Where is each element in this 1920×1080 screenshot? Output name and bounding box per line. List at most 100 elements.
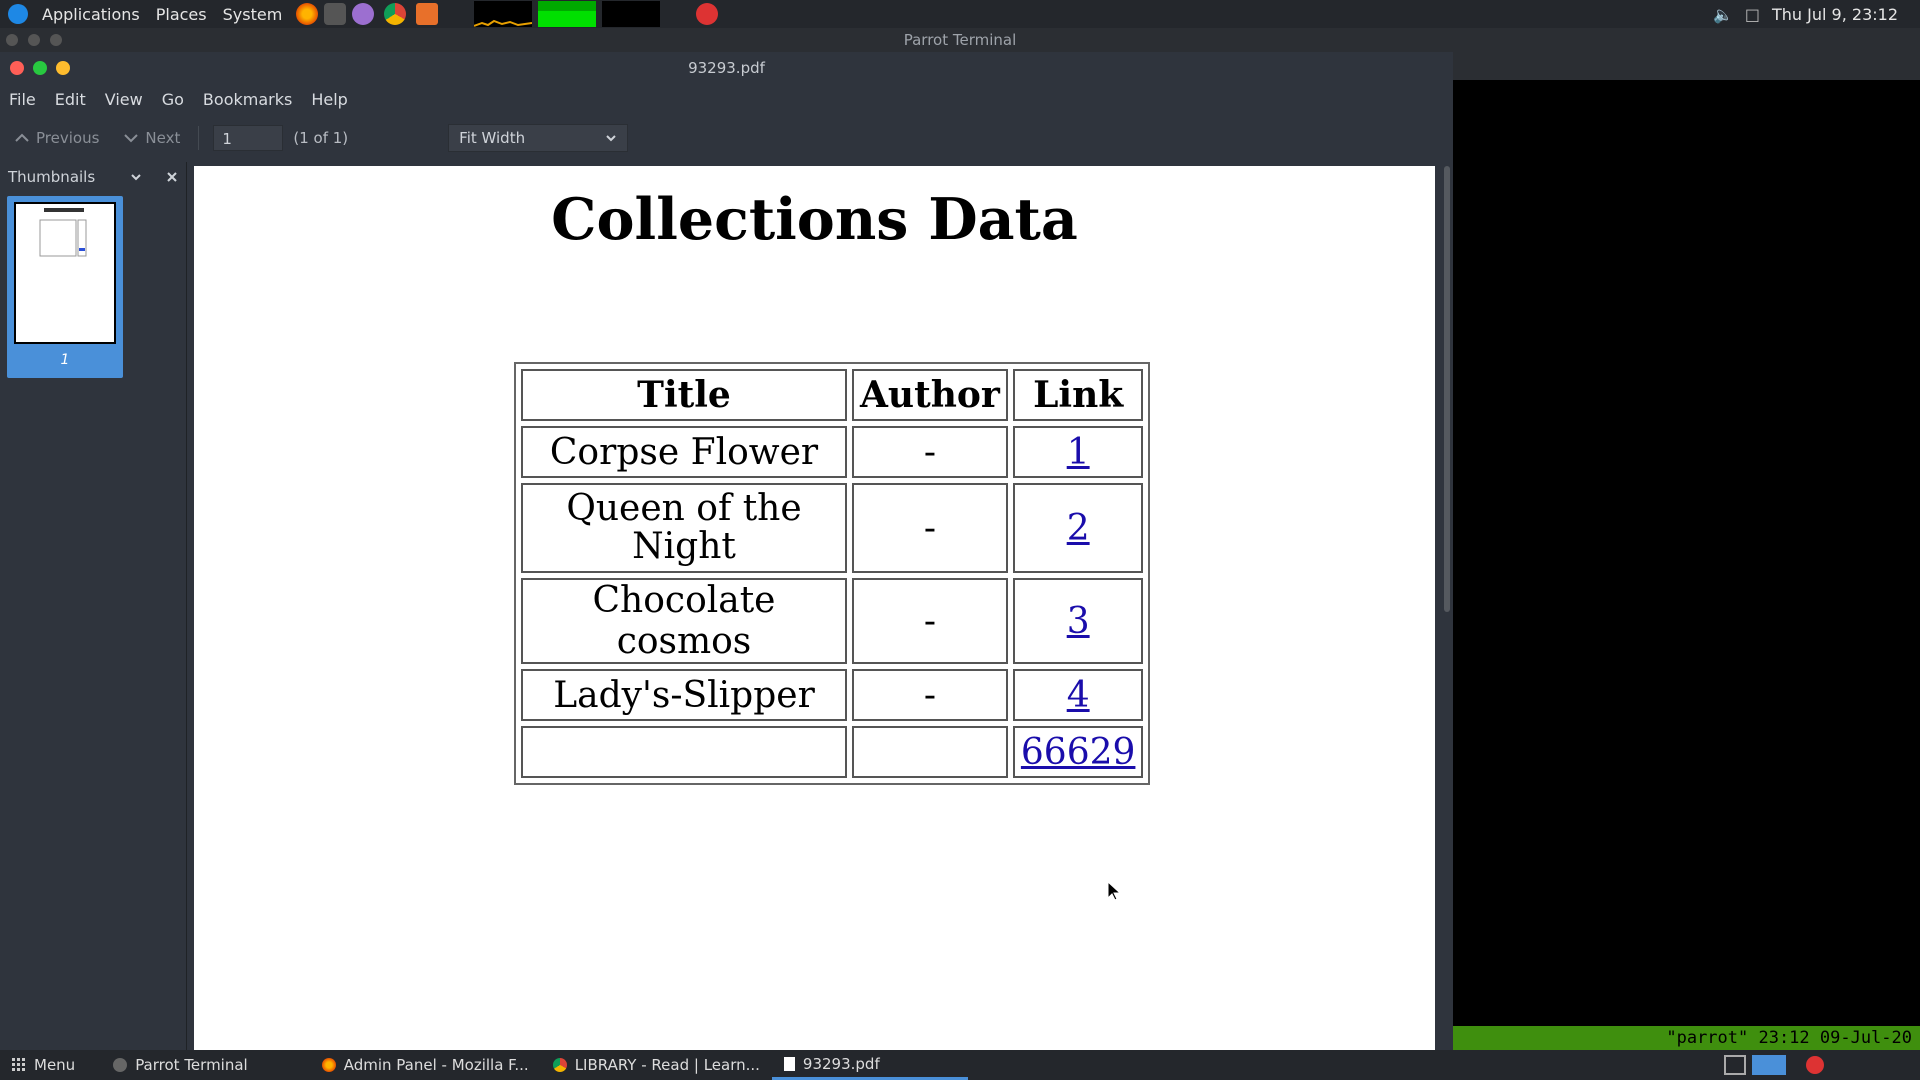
menu-button[interactable]: Menu — [0, 1050, 87, 1080]
page-thumbnail[interactable]: 1 — [7, 196, 123, 378]
terminal-titlebar: Parrot Terminal — [0, 28, 1920, 52]
table-row: Corpse Flower - 1 — [521, 426, 1144, 478]
close-window-icon[interactable] — [10, 61, 24, 75]
window-title: 93293.pdf — [688, 59, 765, 77]
zoom-select[interactable]: Fit Width — [448, 124, 629, 152]
row-link[interactable]: 66629 — [1021, 732, 1136, 773]
sidebar-title[interactable]: Thumbnails — [8, 168, 95, 186]
clock[interactable]: Thu Jul 9, 23:12 — [1772, 5, 1898, 24]
task-label: Admin Panel - Mozilla F... — [343, 1056, 529, 1074]
page-count: (1 of 1) — [293, 129, 349, 147]
cell-link: 66629 — [1012, 726, 1144, 778]
task-label: 93293.pdf — [802, 1054, 880, 1073]
toolbar: Previous Next 1 (1 of 1) Fit Width — [0, 114, 1453, 162]
page-number-input[interactable]: 1 — [213, 125, 284, 151]
workspace-1[interactable] — [1752, 1055, 1786, 1075]
network-graph — [602, 1, 661, 27]
chevron-down-icon — [606, 135, 616, 142]
vertical-scrollbar[interactable] — [1444, 166, 1450, 612]
previous-page-button[interactable]: Previous — [14, 129, 99, 147]
cell-link: 4 — [1012, 669, 1144, 721]
previous-label: Previous — [36, 129, 100, 147]
menu-bar: File Edit View Go Bookmarks Help — [0, 84, 1453, 114]
row-link[interactable]: 1 — [1067, 432, 1090, 473]
table-row: 66629 — [521, 726, 1144, 778]
terminal-launcher-icon[interactable] — [324, 3, 347, 25]
parrot-logo-icon[interactable] — [8, 4, 28, 24]
chevron-up-icon — [15, 133, 29, 142]
applications-menu[interactable]: Applications — [42, 5, 140, 24]
row-link[interactable]: 3 — [1067, 601, 1090, 642]
chrome-icon — [552, 1058, 567, 1072]
grid-menu-icon — [12, 1058, 25, 1071]
taskbar: Menu Parrot Terminal Admin Panel - Mozil… — [0, 1050, 1920, 1080]
tmux-status-bar: "parrot" 23:12 09-Jul-20 — [1453, 1026, 1920, 1050]
table-row: Lady's-Slipper - 4 — [521, 669, 1144, 721]
collections-table: Title Author Link Corpse Flower - 1 Quee… — [514, 362, 1151, 785]
cell-title: Chocolate cosmos — [521, 578, 847, 664]
cell-link: 1 — [1012, 426, 1144, 478]
cell-title: Lady's-Slipper — [521, 669, 847, 721]
cell-author: - — [852, 426, 1008, 478]
terminal-maximize-icon[interactable] — [50, 34, 62, 46]
chevron-down-icon[interactable] — [130, 171, 142, 183]
display-icon[interactable]: □ — [1745, 5, 1760, 24]
minimize-window-icon[interactable] — [56, 61, 70, 75]
menu-help[interactable]: Help — [311, 90, 347, 109]
task-library[interactable]: LIBRARY - Read | Learn... — [541, 1050, 772, 1080]
header-link: Link — [1012, 369, 1144, 421]
task-admin-panel[interactable]: Admin Panel - Mozilla F... — [310, 1050, 541, 1080]
cell-link: 3 — [1012, 578, 1144, 664]
terminal-title: Parrot Terminal — [903, 31, 1017, 49]
system-menu[interactable]: System — [223, 5, 283, 24]
cell-author: - — [852, 669, 1008, 721]
burpsuite-launcher-icon[interactable] — [416, 3, 439, 25]
terminal-icon — [113, 1058, 128, 1072]
maximize-window-icon[interactable] — [33, 61, 47, 75]
content-area: Thumbnails 1 Collections Data Title Auth… — [0, 162, 1453, 1050]
ghost-app-icon[interactable] — [696, 3, 719, 25]
pdf-viewer-window: 93293.pdf File Edit View Go Bookmarks He… — [0, 52, 1453, 1050]
top-panel: Applications Places System 🔈 □ Thu Jul 9… — [0, 0, 1920, 28]
menu-file[interactable]: File — [9, 90, 36, 109]
task-pdf[interactable]: 93293.pdf — [771, 1050, 968, 1080]
cell-author: - — [852, 578, 1008, 664]
places-menu[interactable]: Places — [156, 5, 207, 24]
cell-title: Corpse Flower — [521, 426, 847, 478]
firefox-launcher-icon[interactable] — [296, 3, 319, 25]
table-row: Queen of the Night - 2 — [521, 483, 1144, 573]
terminal-content[interactable] — [1453, 52, 1920, 1050]
workspace-switcher-icon[interactable] — [1724, 1055, 1746, 1075]
ghost-tray-icon[interactable] — [1806, 1056, 1824, 1074]
menu-go[interactable]: Go — [162, 90, 184, 109]
thumbnail-page-label: 1 — [60, 352, 70, 368]
table-row: Chocolate cosmos - 3 — [521, 578, 1144, 664]
row-link[interactable]: 2 — [1067, 508, 1090, 549]
terminal-minimize-icon[interactable] — [28, 34, 40, 46]
workspace-tray — [1724, 1050, 1824, 1080]
thumbnail-preview — [14, 202, 116, 344]
next-label: Next — [145, 129, 181, 147]
row-link[interactable]: 4 — [1067, 675, 1090, 716]
document-viewer[interactable]: Collections Data Title Author Link Corps… — [187, 162, 1453, 1050]
menu-view[interactable]: View — [105, 90, 143, 109]
volume-icon[interactable]: 🔈 — [1713, 5, 1733, 24]
table-header-row: Title Author Link — [521, 369, 1144, 421]
zoom-value: Fit Width — [459, 129, 526, 147]
menu-edit[interactable]: Edit — [55, 90, 86, 109]
chrome-launcher-icon[interactable] — [384, 3, 407, 25]
document-title: Collections Data — [551, 186, 1078, 253]
terminal-close-icon[interactable] — [6, 34, 18, 46]
text-editor-launcher-icon[interactable] — [352, 3, 375, 25]
close-sidebar-icon[interactable] — [166, 171, 178, 183]
task-parrot-terminal[interactable]: Parrot Terminal — [101, 1050, 260, 1080]
document-icon — [783, 1056, 795, 1071]
toolbar-separator — [198, 126, 200, 150]
sidebar-header: Thumbnails — [0, 162, 186, 192]
menu-bookmarks[interactable]: Bookmarks — [203, 90, 292, 109]
cell-link: 2 — [1012, 483, 1144, 573]
firefox-icon — [321, 1058, 336, 1072]
cell-author: - — [852, 483, 1008, 573]
pdf-titlebar: 93293.pdf — [0, 52, 1453, 84]
next-page-button[interactable]: Next — [123, 129, 180, 147]
